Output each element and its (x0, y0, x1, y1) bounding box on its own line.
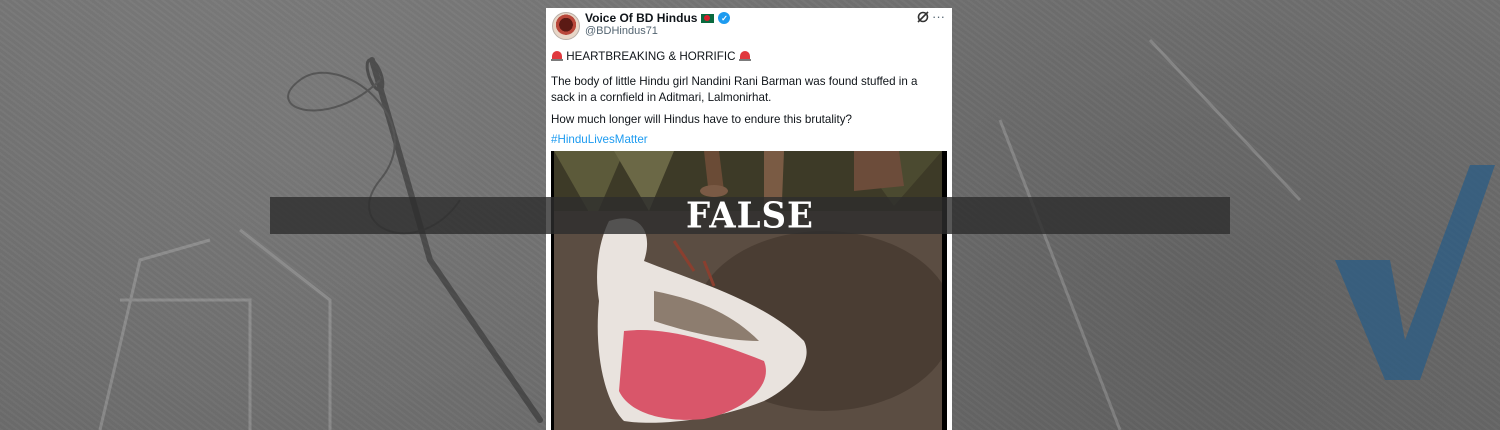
author-handle[interactable]: @BDHindus71 (585, 25, 658, 37)
headline: HEARTBREAKING & HORRIFIC (566, 50, 736, 63)
more-icon[interactable]: ··· (932, 9, 945, 24)
tweet-media[interactable] (551, 151, 947, 430)
author-name-row[interactable]: Voice Of BD Hindus ✓ (585, 11, 731, 25)
headline-line: HEARTBREAKING & HORRIFIC (551, 49, 947, 65)
tweet-header: Voice Of BD Hindus ✓ @BDHindus71 ··· (546, 8, 952, 48)
paragraph-2: How much longer will Hindus have to endu… (551, 113, 852, 126)
avatar[interactable] (552, 12, 580, 40)
video-frame (554, 151, 942, 430)
video-still (554, 151, 942, 430)
paragraph-1-line-2: sack in a cornfield in Aditmari, Lalmoni… (551, 91, 772, 104)
grok-icon[interactable] (916, 10, 930, 24)
verdict-label: FALSE (686, 194, 814, 237)
verified-badge-icon: ✓ (718, 12, 731, 24)
author-name[interactable]: Voice Of BD Hindus (585, 11, 697, 25)
bangladesh-flag-icon (701, 13, 715, 23)
tweet-text: HEARTBREAKING & HORRIFIC The body of lit… (551, 48, 947, 148)
verdict-banner: FALSE (270, 194, 1230, 237)
siren-icon (738, 50, 751, 61)
needle-icon (287, 57, 543, 423)
hashtag-link[interactable]: #HinduLivesMatter (551, 132, 947, 148)
checkmark-icon (1335, 165, 1495, 380)
paragraph-1-line-1: The body of little Hindu girl Nandini Ra… (551, 75, 918, 88)
siren-icon (551, 50, 563, 61)
